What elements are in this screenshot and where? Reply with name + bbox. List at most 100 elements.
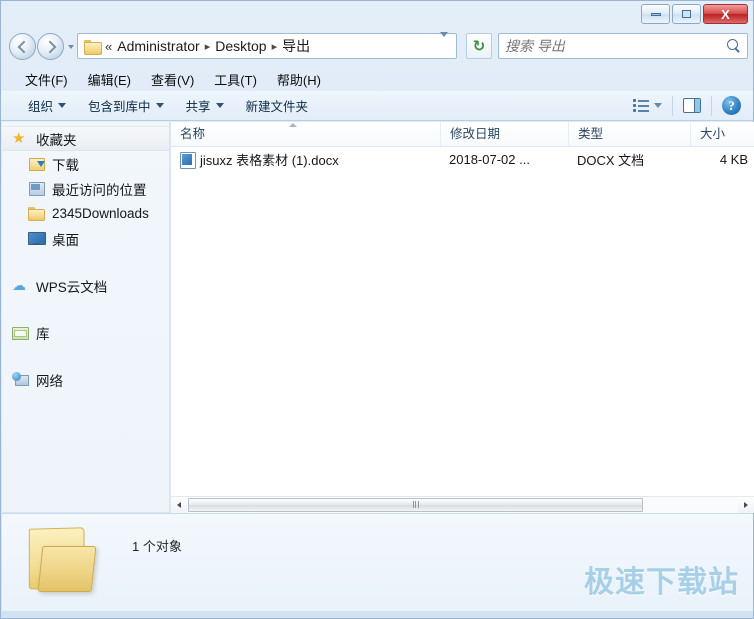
breadcrumb-separator-icon: ▸ xyxy=(204,40,211,53)
menu-edit[interactable]: 编辑(E) xyxy=(78,68,141,91)
breadcrumb-item-administrator[interactable]: Administrator xyxy=(114,37,202,55)
sidebar-item-desktop[interactable]: 桌面 xyxy=(2,226,169,251)
column-headers: 名称 修改日期 类型 大小 xyxy=(171,122,754,147)
help-icon[interactable]: ? xyxy=(722,96,741,115)
star-icon: ★ xyxy=(12,130,26,147)
close-icon: X xyxy=(721,6,730,22)
column-header-size[interactable]: 大小 xyxy=(690,122,754,146)
explorer-window: X « Administrator ▸ Desktop ▸ 导出 ↻ 搜索 导出… xyxy=(0,0,754,619)
column-header-name[interactable]: 名称 xyxy=(171,122,440,146)
navigation-pane[interactable]: ★ 收藏夹 下载 最近访问的位置 2345Downloads 桌面 ☁ WPS云… xyxy=(2,122,169,512)
new-folder-button[interactable]: 新建文件夹 xyxy=(235,93,320,118)
sidebar-item-favorites[interactable]: ★ 收藏夹 xyxy=(2,126,169,151)
toolbar-divider xyxy=(672,95,673,116)
sidebar-item-label: 下载 xyxy=(52,157,79,173)
file-date-cell: 2018-07-02 ... xyxy=(449,151,530,167)
docx-file-icon xyxy=(180,151,196,169)
forward-button[interactable] xyxy=(37,33,64,60)
sidebar-item-label: 库 xyxy=(36,326,50,342)
table-row[interactable]: jisuxz 表格素材 (1).docx 2018-07-02 ... DOCX… xyxy=(171,147,754,171)
refresh-button[interactable]: ↻ xyxy=(466,33,492,59)
column-label: 名称 xyxy=(180,127,206,141)
menu-view[interactable]: 查看(V) xyxy=(141,68,204,91)
file-size-cell: 4 KB xyxy=(719,151,748,167)
breadcrumb-item-desktop[interactable]: Desktop xyxy=(212,37,269,55)
organize-button[interactable]: 组织 xyxy=(17,93,77,118)
include-in-library-button[interactable]: 包含到库中 xyxy=(77,93,175,118)
downloads-icon xyxy=(28,156,45,171)
chevron-down-icon xyxy=(155,103,164,108)
column-header-type[interactable]: 类型 xyxy=(568,122,690,146)
nav-group-wps: ☁ WPS云文档 xyxy=(2,273,169,298)
object-count-label: 1 个对象 xyxy=(132,539,182,554)
scroll-left-button[interactable] xyxy=(171,496,187,513)
search-box[interactable] xyxy=(498,33,748,59)
search-icon xyxy=(727,39,741,53)
column-label: 修改日期 xyxy=(450,127,501,141)
close-button[interactable]: X xyxy=(703,4,748,24)
recent-places-icon xyxy=(28,181,45,196)
sidebar-item-libraries[interactable]: 库 xyxy=(2,320,169,345)
title-bar: X xyxy=(1,1,753,29)
preview-pane-icon[interactable] xyxy=(683,98,701,113)
breadcrumb-overflow[interactable]: « xyxy=(105,39,114,54)
nav-group-favorites: ★ 收藏夹 下载 最近访问的位置 2345Downloads 桌面 xyxy=(2,126,169,251)
nav-group-network: 网络 xyxy=(2,367,169,392)
scroll-right-button[interactable] xyxy=(738,496,754,513)
status-bar: 1 个对象 极速下载站 xyxy=(2,513,753,611)
new-folder-label: 新建文件夹 xyxy=(245,100,309,114)
horizontal-scrollbar[interactable] xyxy=(171,496,754,513)
sidebar-item-network[interactable]: 网络 xyxy=(2,367,169,392)
sidebar-item-recent-places[interactable]: 最近访问的位置 xyxy=(2,176,169,201)
sidebar-item-label: 桌面 xyxy=(52,232,79,248)
maximize-icon xyxy=(682,10,691,18)
view-dropdown-icon[interactable] xyxy=(654,103,662,108)
chevron-down-icon xyxy=(68,44,74,49)
file-list-pane[interactable]: 名称 修改日期 类型 大小 jisuxz 表格素材 (1).docx 2018-… xyxy=(171,122,754,512)
sort-ascending-icon xyxy=(289,123,297,127)
sidebar-item-wps-cloud[interactable]: ☁ WPS云文档 xyxy=(2,273,169,298)
network-icon xyxy=(12,372,29,387)
sidebar-item-downloads[interactable]: 下载 xyxy=(2,151,169,176)
cloud-icon: ☁ xyxy=(12,277,26,293)
breadcrumb-item-current[interactable]: 导出 xyxy=(279,35,313,57)
scrollbar-thumb[interactable] xyxy=(188,497,643,512)
sidebar-item-2345downloads[interactable]: 2345Downloads xyxy=(2,201,169,226)
address-bar-row: « Administrator ▸ Desktop ▸ 导出 ↻ xyxy=(1,29,753,65)
minimize-button[interactable] xyxy=(641,4,670,24)
sidebar-item-label: WPS云文档 xyxy=(36,279,108,295)
view-layout-icon[interactable] xyxy=(633,98,650,113)
address-dropdown-button[interactable] xyxy=(440,32,452,55)
library-icon xyxy=(12,325,29,340)
site-watermark: 极速下载站 xyxy=(584,566,739,599)
column-label: 类型 xyxy=(578,127,604,141)
address-bar[interactable]: « Administrator ▸ Desktop ▸ 导出 xyxy=(77,32,457,59)
menu-file[interactable]: 文件(F) xyxy=(15,68,78,91)
sidebar-item-label: 收藏夹 xyxy=(36,132,77,148)
file-name-label: jisuxz 表格素材 (1).docx xyxy=(200,152,339,168)
breadcrumb: Administrator ▸ Desktop ▸ 导出 xyxy=(114,35,313,57)
toolbar-right-group: ? xyxy=(633,95,753,116)
file-name-cell[interactable]: jisuxz 表格素材 (1).docx xyxy=(171,150,440,169)
scrollbar-track[interactable] xyxy=(187,496,738,513)
back-button[interactable] xyxy=(9,33,36,60)
breadcrumb-separator-icon: ▸ xyxy=(271,40,278,53)
organize-label: 组织 xyxy=(28,100,54,114)
column-header-date-modified[interactable]: 修改日期 xyxy=(440,122,568,146)
menu-tools[interactable]: 工具(T) xyxy=(204,68,267,91)
column-label: 大小 xyxy=(700,127,726,141)
share-label: 共享 xyxy=(185,100,211,114)
share-button[interactable]: 共享 xyxy=(175,93,235,118)
nav-group-libraries: 库 xyxy=(2,320,169,345)
include-in-library-label: 包含到库中 xyxy=(88,100,151,114)
recent-pages-dropdown[interactable] xyxy=(65,37,77,57)
desktop-icon xyxy=(28,231,46,246)
minimize-icon xyxy=(650,12,661,16)
chevron-down-icon xyxy=(440,32,448,54)
refresh-icon: ↻ xyxy=(472,38,486,55)
toolbar: 组织 包含到库中 共享 新建文件夹 ? xyxy=(1,91,753,121)
maximize-button[interactable] xyxy=(672,4,701,24)
search-input[interactable] xyxy=(505,38,727,54)
menu-help[interactable]: 帮助(H) xyxy=(267,68,331,91)
menu-bar: 文件(F) 编辑(E) 查看(V) 工具(T) 帮助(H) xyxy=(1,67,753,91)
